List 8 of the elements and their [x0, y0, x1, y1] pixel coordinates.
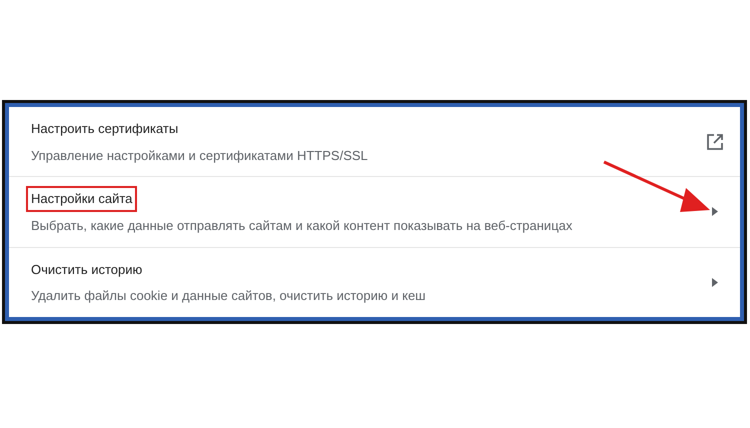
- setting-description: Выбрать, какие данные отправлять сайтам и какой контент показывать на веб-страницах: [31, 216, 574, 235]
- setting-title: Настройки сайта: [28, 188, 136, 210]
- setting-title: Настроить сертификаты: [30, 120, 180, 138]
- settings-row[interactable]: Настроить сертификаты Управление настройками и сертификатами HTTPS/SSL: [9, 107, 740, 176]
- setting-title: Очистить историю: [30, 260, 144, 279]
- setting-description: Управление настройками и сертификатами HTTPS/SSL: [31, 146, 369, 165]
- setting-description: Удалить файлы cookie и данные сайтов, очистить историю и кеш: [31, 287, 427, 306]
- settings-row[interactable]: Очистить историю Удалить файлы cookie и данные сайтов, очистить историю и кеш: [9, 246, 740, 317]
